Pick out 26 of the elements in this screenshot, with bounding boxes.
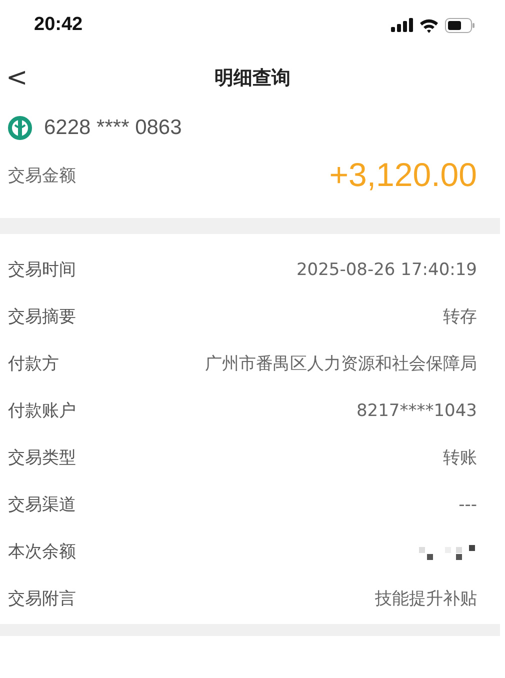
detail-label: 交易类型 bbox=[8, 447, 77, 470]
signal-icon bbox=[391, 18, 413, 32]
battery-icon bbox=[445, 18, 475, 32]
detail-label: 交易时间 bbox=[8, 259, 77, 282]
account-number: 6228 **** 0863 bbox=[44, 116, 182, 140]
detail-label: 交易渠道 bbox=[8, 494, 77, 517]
detail-value: 转存 bbox=[443, 306, 477, 329]
detail-label: 本次余额 bbox=[8, 541, 77, 564]
detail-value: 8217****1043 bbox=[356, 400, 477, 423]
amount-value: +3,120.00 bbox=[329, 156, 477, 194]
detail-label: 付款账户 bbox=[8, 400, 77, 423]
detail-value: 技能提升补贴 bbox=[375, 588, 477, 611]
detail-label: 付款方 bbox=[8, 353, 60, 376]
amount-label: 交易金额 bbox=[8, 164, 76, 186]
wifi-icon bbox=[419, 18, 439, 32]
page-title: 明细查询 bbox=[214, 66, 292, 91]
detail-value: 转账 bbox=[443, 447, 477, 470]
detail-value: 2025-08-26 17:40:19 bbox=[296, 259, 477, 282]
pixelated-mask-icon bbox=[419, 545, 477, 563]
detail-value: --- bbox=[458, 494, 477, 517]
detail-label: 交易摘要 bbox=[8, 306, 77, 329]
detail-label: 交易附言 bbox=[8, 588, 77, 611]
status-time: 20:42 bbox=[34, 14, 83, 36]
bank-logo-icon bbox=[8, 116, 32, 140]
detail-value: 广州市番禺区人力资源和社会保障局 bbox=[205, 353, 477, 376]
back-button[interactable]: < bbox=[0, 63, 28, 93]
